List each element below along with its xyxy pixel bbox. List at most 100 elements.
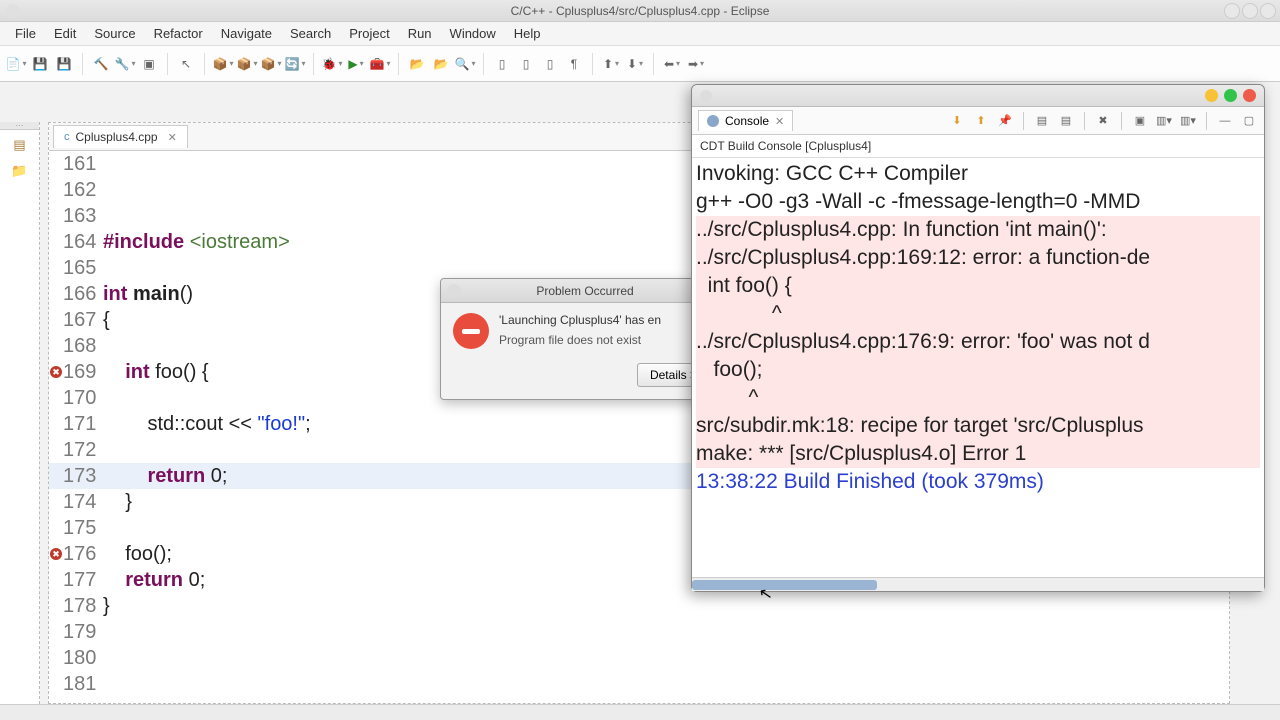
minimize-view-icon[interactable]: — bbox=[1216, 112, 1234, 130]
open-type-button[interactable]: 📂 bbox=[407, 54, 427, 74]
new-source-dropdown[interactable]: 📦 bbox=[237, 54, 257, 74]
line-number: 163 bbox=[63, 203, 103, 229]
maximize-button[interactable] bbox=[1242, 3, 1258, 19]
menu-help[interactable]: Help bbox=[505, 26, 550, 41]
display-console-dropdown[interactable]: ▥▾ bbox=[1155, 112, 1173, 130]
code-line[interactable]: 181 bbox=[49, 671, 1229, 697]
mac-minimize-icon[interactable] bbox=[1205, 89, 1218, 102]
error-icon bbox=[453, 313, 489, 349]
line-number: 173 bbox=[63, 463, 103, 489]
line-text: int main() bbox=[103, 281, 193, 307]
line-number: 161 bbox=[63, 151, 103, 177]
save-all-button[interactable]: 💾 bbox=[54, 54, 74, 74]
menu-source[interactable]: Source bbox=[85, 26, 144, 41]
menu-run[interactable]: Run bbox=[399, 26, 441, 41]
menu-bar: FileEditSourceRefactorNavigateSearchProj… bbox=[0, 22, 1280, 46]
console-label: CDT Build Console [Cplusplus4] bbox=[692, 135, 1264, 158]
console-line: int foo() { bbox=[696, 272, 1260, 300]
mac-close-icon[interactable] bbox=[1243, 89, 1256, 102]
prev-annotation-dropdown[interactable]: ⬆ bbox=[601, 54, 621, 74]
console-line: ^ bbox=[696, 384, 1260, 412]
block-select-button[interactable]: ▯ bbox=[540, 54, 560, 74]
debug-dropdown[interactable]: 🐞 bbox=[322, 54, 342, 74]
line-text: foo(); bbox=[103, 541, 172, 567]
code-line[interactable]: 180 bbox=[49, 645, 1229, 671]
open-console-dropdown[interactable]: ▥▾ bbox=[1179, 112, 1197, 130]
mac-maximize-icon[interactable] bbox=[1224, 89, 1237, 102]
new-class-dropdown[interactable]: 📦 bbox=[213, 54, 233, 74]
menu-refactor[interactable]: Refactor bbox=[145, 26, 212, 41]
back-dropdown[interactable]: ⬅ bbox=[662, 54, 682, 74]
build-all-button[interactable]: ▣ bbox=[139, 54, 159, 74]
down-arrow-icon[interactable]: ⬇ bbox=[948, 112, 966, 130]
line-number: 180 bbox=[63, 645, 103, 671]
refresh-dropdown[interactable]: 🔄 bbox=[285, 54, 305, 74]
line-number: 170 bbox=[63, 385, 103, 411]
menu-navigate[interactable]: Navigate bbox=[212, 26, 281, 41]
editor-tab-label: Cplusplus4.cpp bbox=[76, 130, 158, 144]
menu-project[interactable]: Project bbox=[340, 26, 398, 41]
pointer-button[interactable]: ↖ bbox=[176, 54, 196, 74]
line-number: 169 bbox=[63, 359, 103, 385]
outline-icon[interactable]: ▤ bbox=[9, 134, 31, 156]
toggle-mark-button[interactable]: ▯ bbox=[492, 54, 512, 74]
palette-handle[interactable]: ⋯ bbox=[0, 122, 39, 130]
external-tools-dropdown[interactable]: 🧰 bbox=[370, 54, 390, 74]
build-button[interactable]: 🔨 bbox=[91, 54, 111, 74]
problem-dialog: Problem Occurred 'Launching Cplusplus4' … bbox=[440, 278, 730, 400]
line-number: 178 bbox=[63, 593, 103, 619]
open-element-button[interactable]: 📂 bbox=[431, 54, 451, 74]
console-tab[interactable]: Console ✕ bbox=[698, 110, 793, 131]
line-number: 174 bbox=[63, 489, 103, 515]
forward-dropdown[interactable]: ➡ bbox=[686, 54, 706, 74]
minimize-button[interactable] bbox=[1224, 3, 1240, 19]
code-line[interactable]: 178} bbox=[49, 593, 1229, 619]
up-arrow-icon[interactable]: ⬆ bbox=[972, 112, 990, 130]
new-dropdown[interactable]: 📄 bbox=[6, 54, 26, 74]
pin-icon[interactable]: 📌 bbox=[996, 112, 1014, 130]
error-marker-icon[interactable] bbox=[49, 548, 63, 560]
dialog-titlebar[interactable]: Problem Occurred bbox=[441, 279, 729, 303]
console-scrollbar-thumb[interactable] bbox=[692, 580, 877, 590]
menu-search[interactable]: Search bbox=[281, 26, 340, 41]
maximize-view-icon[interactable]: ▢ bbox=[1240, 112, 1258, 130]
titlebar-left-button[interactable] bbox=[6, 4, 20, 18]
copy-icon[interactable]: ▤ bbox=[1033, 112, 1051, 130]
console-tab-close-icon[interactable]: ✕ bbox=[775, 115, 784, 128]
next-annotation-dropdown[interactable]: ⬇ bbox=[625, 54, 645, 74]
wrap-icon[interactable]: ▤ bbox=[1057, 112, 1075, 130]
save-button[interactable]: 💾 bbox=[30, 54, 50, 74]
search-dropdown[interactable]: 🔍 bbox=[455, 54, 475, 74]
line-number: 176 bbox=[63, 541, 103, 567]
status-bar bbox=[0, 704, 1280, 720]
new-header-dropdown[interactable]: 📦 bbox=[261, 54, 281, 74]
line-text: return 0; bbox=[103, 567, 205, 593]
menu-window[interactable]: Window bbox=[441, 26, 505, 41]
close-tab-icon[interactable]: ✕ bbox=[168, 131, 177, 144]
console-line: ^ bbox=[696, 300, 1260, 328]
code-line[interactable]: 179 bbox=[49, 619, 1229, 645]
clear-console-icon[interactable]: ✖ bbox=[1094, 112, 1112, 130]
console-line: Invoking: GCC C++ Compiler bbox=[696, 160, 1260, 188]
editor-tab[interactable]: c Cplusplus4.cpp ✕ bbox=[53, 125, 188, 148]
console-titlebar[interactable] bbox=[692, 85, 1264, 107]
show-whitespace-button[interactable]: ¶ bbox=[564, 54, 584, 74]
build-config-dropdown[interactable]: 🔧 bbox=[115, 54, 135, 74]
line-number: 171 bbox=[63, 411, 103, 437]
console-line: ../src/Cplusplus4.cpp:169:12: error: a f… bbox=[696, 244, 1260, 272]
console-line: src/subdir.mk:18: recipe for target 'src… bbox=[696, 412, 1260, 440]
console-tab-label: Console bbox=[725, 114, 769, 128]
console-output[interactable]: Invoking: GCC C++ Compilerg++ -O0 -g3 -W… bbox=[692, 158, 1264, 577]
close-button[interactable] bbox=[1260, 3, 1276, 19]
dialog-message-2: Program file does not exist bbox=[453, 333, 717, 347]
console-hscrollbar[interactable] bbox=[692, 577, 1264, 591]
terminate-icon[interactable]: ▣ bbox=[1131, 112, 1149, 130]
error-marker-icon[interactable] bbox=[49, 366, 63, 378]
menu-edit[interactable]: Edit bbox=[45, 26, 85, 41]
dialog-close-icon[interactable] bbox=[447, 284, 461, 298]
run-dropdown[interactable]: ▶ bbox=[346, 54, 366, 74]
left-palette: ⋯ ▤ 📁 bbox=[0, 122, 40, 704]
menu-file[interactable]: File bbox=[6, 26, 45, 41]
project-explorer-icon[interactable]: 📁 bbox=[9, 160, 31, 182]
annotation-button[interactable]: ▯ bbox=[516, 54, 536, 74]
